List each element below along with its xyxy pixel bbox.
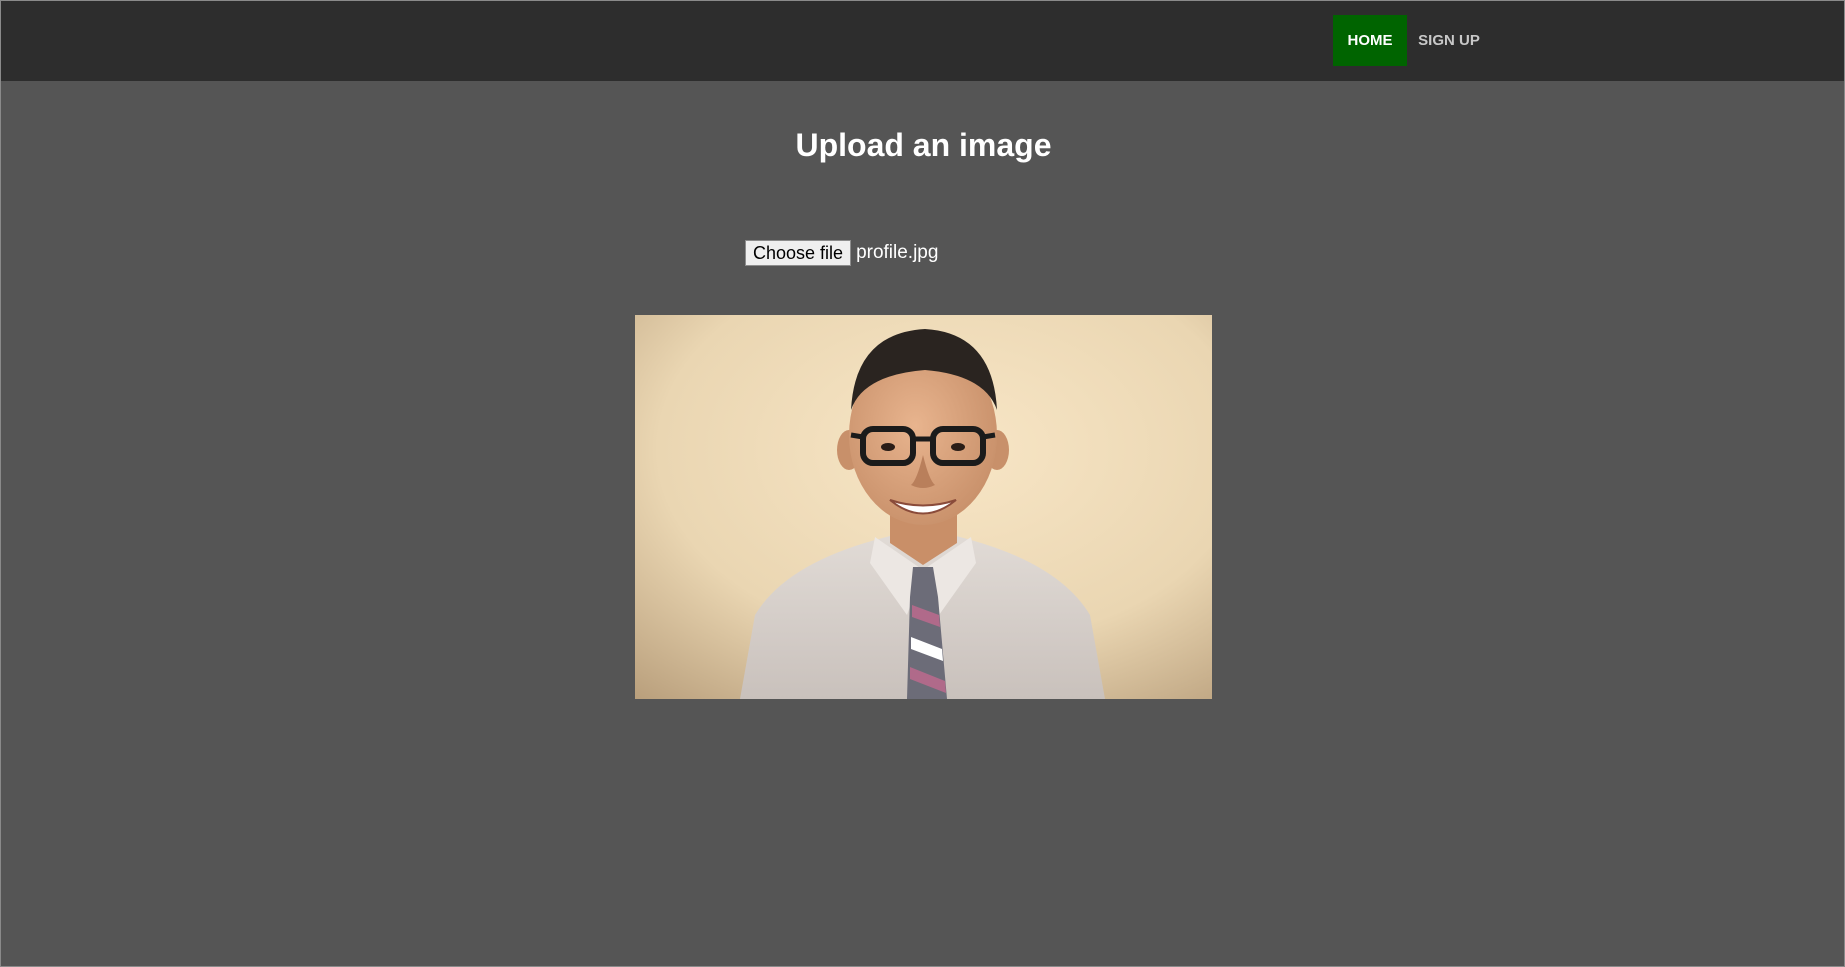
image-preview	[635, 315, 1212, 699]
file-upload-control[interactable]: Choose file profile.jpg	[745, 240, 938, 266]
profile-photo	[635, 315, 1212, 699]
browser-viewport: HOME SIGN UP Upload an image Choose file…	[0, 0, 1845, 967]
selected-file-name: profile.jpg	[856, 242, 939, 263]
page-title: Upload an image	[795, 127, 1052, 163]
nav-signup-link[interactable]: SIGN UP	[1407, 15, 1491, 66]
top-navbar: HOME SIGN UP	[1, 1, 1844, 81]
nav-home-link[interactable]: HOME	[1333, 15, 1407, 66]
choose-file-button[interactable]: Choose file	[745, 240, 852, 266]
